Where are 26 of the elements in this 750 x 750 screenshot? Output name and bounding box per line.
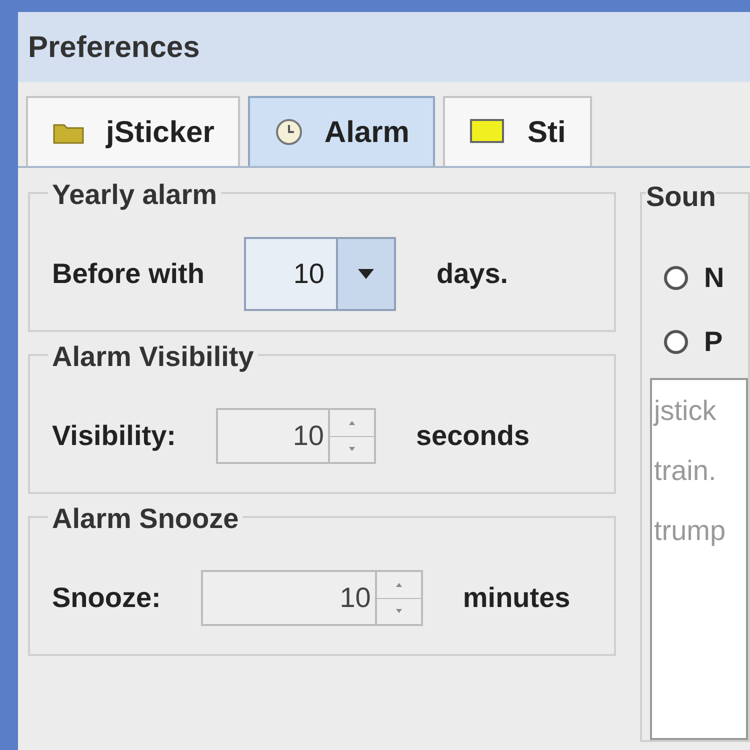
tab[interactable]: Sti	[443, 96, 592, 166]
clock-icon	[274, 117, 304, 147]
number-spinner[interactable]: 10	[200, 570, 423, 626]
caret-icon	[358, 269, 374, 279]
spinner-value: 10	[338, 581, 372, 615]
number-spinner[interactable]: 10	[216, 408, 376, 464]
field-label: Visibility:	[52, 419, 176, 453]
unit-label: seconds	[416, 419, 530, 453]
up-arrow-icon	[348, 420, 355, 425]
radio-button[interactable]	[664, 266, 688, 290]
field-label: Before with	[52, 257, 204, 291]
unit-label: minutes	[462, 581, 570, 615]
unit-label: days.	[436, 257, 508, 291]
tab[interactable]: jSticker	[26, 96, 240, 166]
radio-button[interactable]	[664, 330, 688, 354]
days-dropdown[interactable]: 10	[244, 237, 396, 311]
tab[interactable]: Alarm	[248, 96, 436, 166]
down-arrow-icon	[348, 447, 355, 452]
radio-label: P	[704, 325, 723, 359]
spinner-value: 10	[292, 419, 325, 453]
dropdown-value: 10	[292, 257, 326, 291]
down-arrow-icon	[396, 609, 402, 614]
radio-label: N	[704, 261, 724, 295]
window-title: Preferences	[28, 30, 200, 66]
up-arrow-icon	[396, 582, 402, 587]
field-label: Snooze:	[52, 581, 161, 615]
